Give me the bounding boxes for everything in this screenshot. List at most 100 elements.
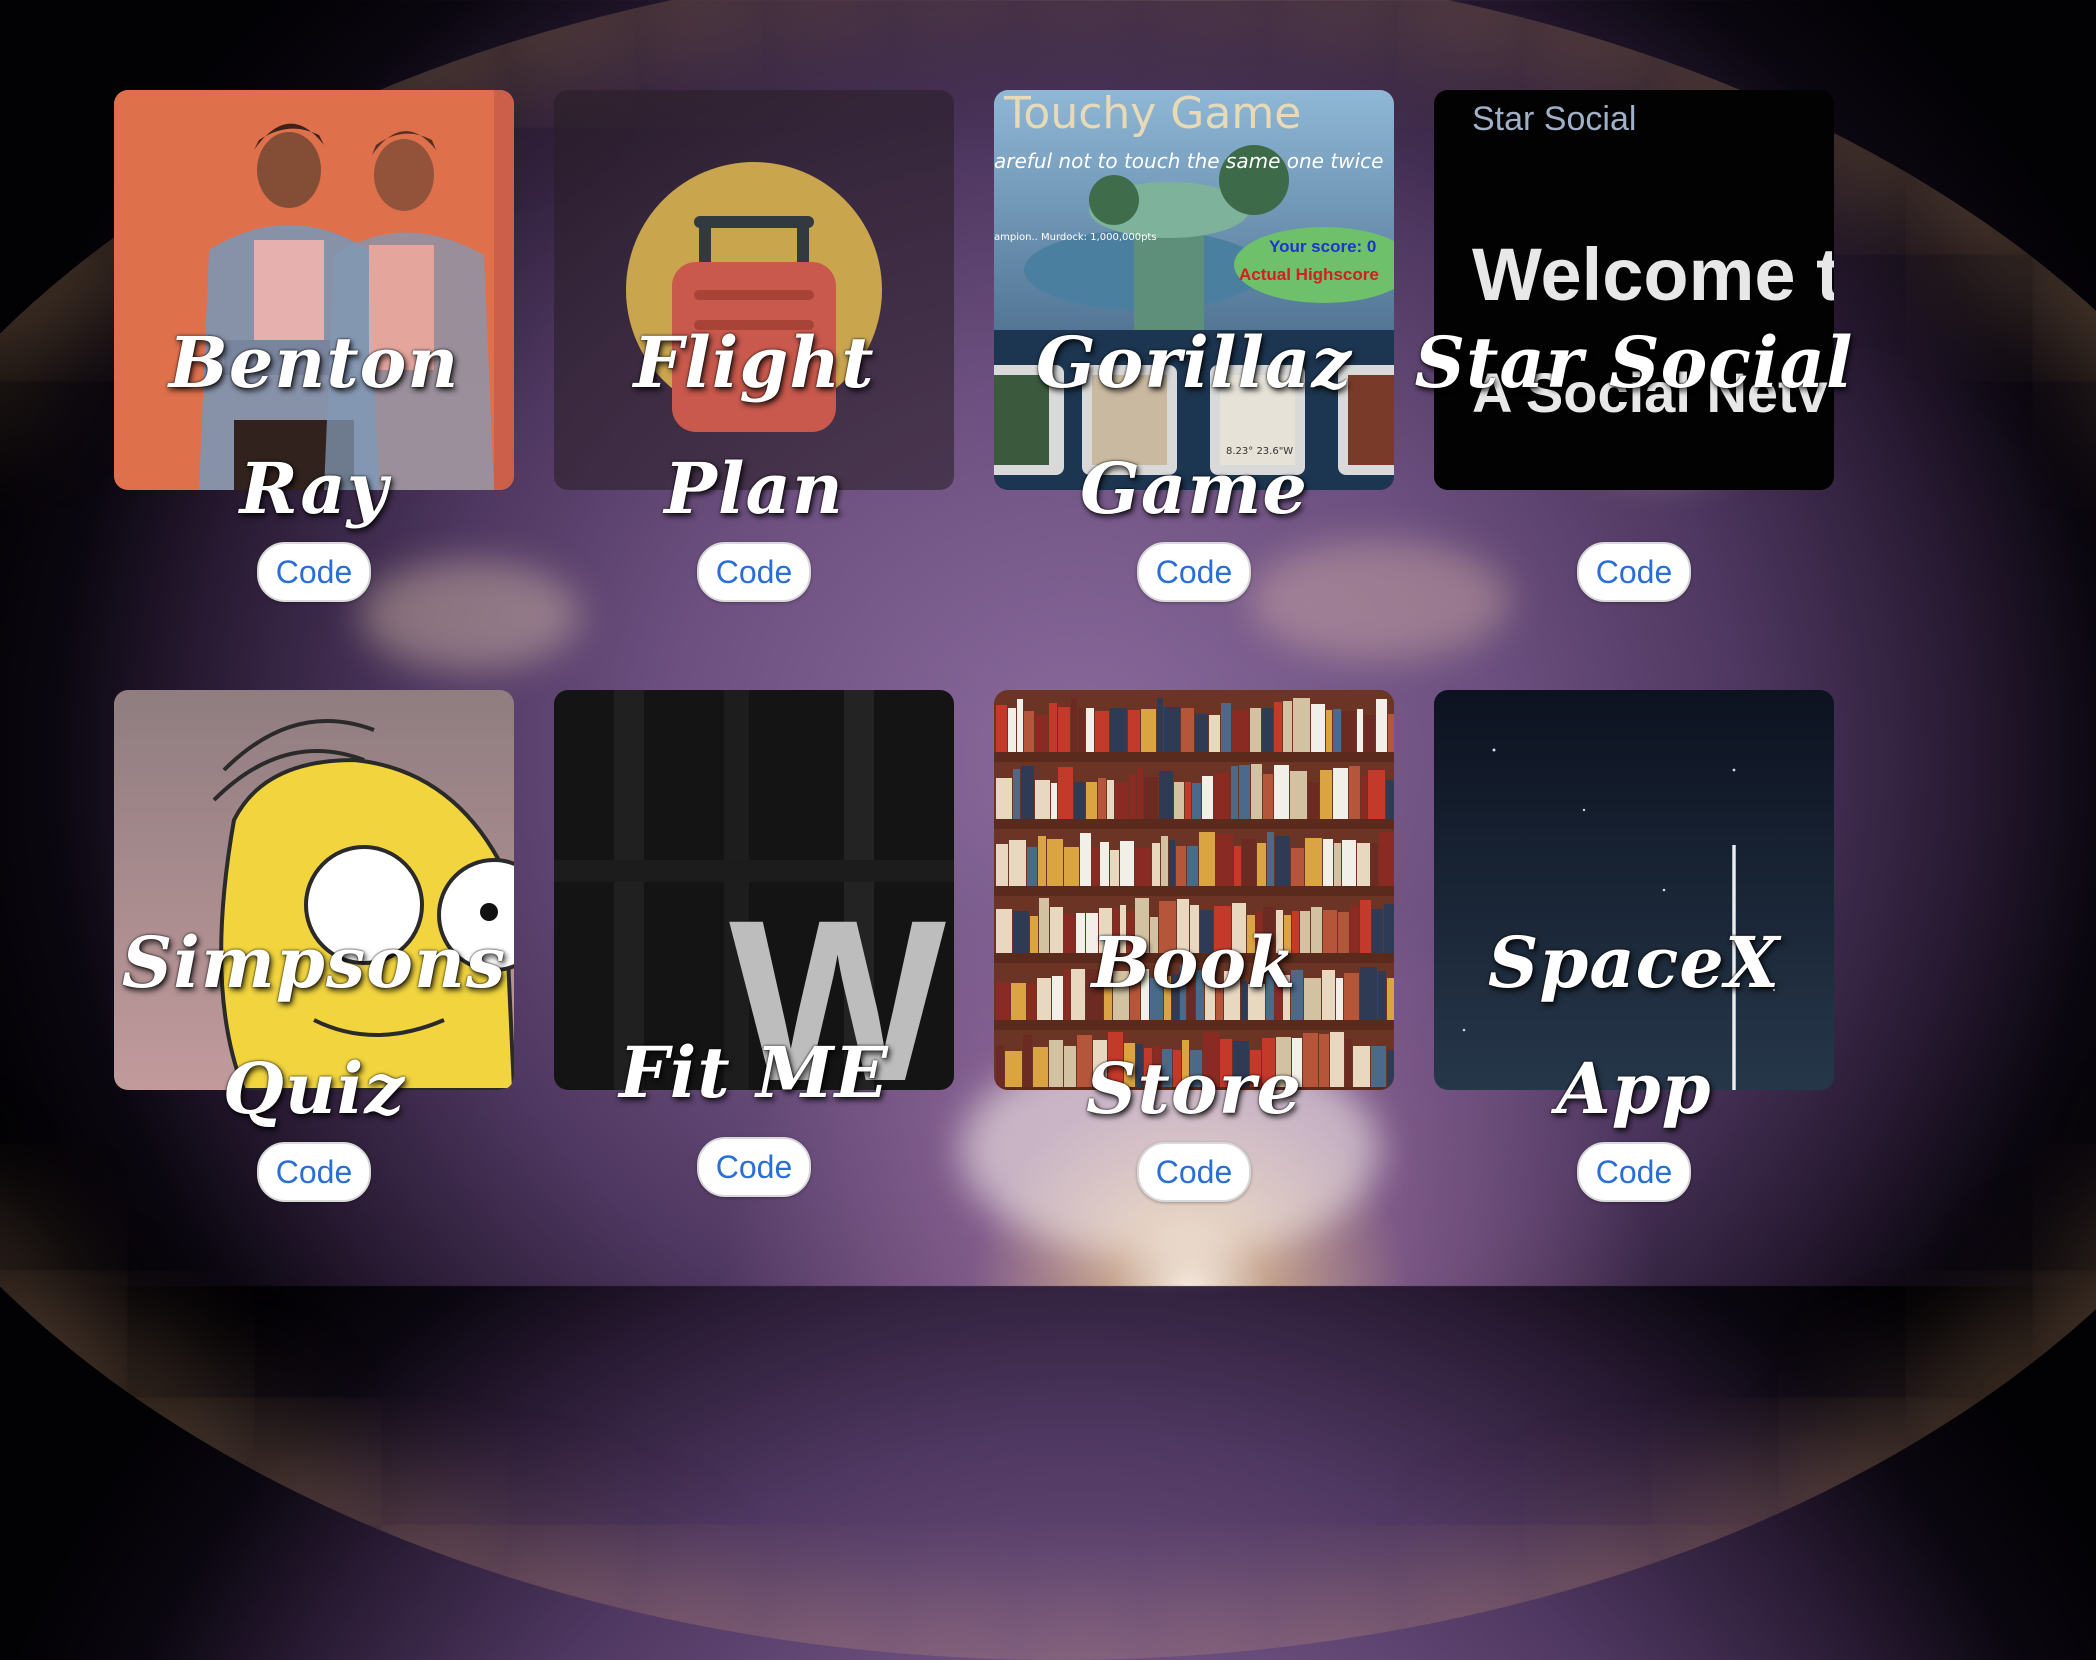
book-spine (1263, 774, 1273, 819)
book-spine (1049, 703, 1057, 752)
svg-text:Actual Highscore: Actual Highscore (1239, 265, 1379, 284)
book-spine (1293, 698, 1310, 752)
book-spine (1274, 702, 1282, 752)
book-spine (1161, 836, 1168, 886)
book-spine (1080, 833, 1091, 886)
project-title: Simpsons Quiz (121, 921, 507, 1130)
book-spine (1120, 841, 1134, 886)
book-spine (1199, 832, 1215, 886)
shelf-board (994, 886, 1394, 896)
code-button[interactable]: Code (257, 1142, 371, 1202)
book-spine (1021, 766, 1034, 819)
project-card-star-social: Star Social Welcome t A Social Netv Star… (1415, 90, 1852, 690)
book-spine (1267, 832, 1274, 886)
book-spine (1361, 776, 1367, 819)
book-spine (1364, 715, 1375, 752)
book-spine (1110, 708, 1127, 752)
book-spine (1071, 698, 1077, 752)
book-spine (1035, 780, 1050, 819)
project-card-book-store: Book Store Code (994, 690, 1394, 1290)
star-social-screenshot[interactable]: Star Social Welcome t A Social Netv (1434, 90, 1834, 490)
book-spine (1047, 839, 1063, 886)
book-spine (1290, 771, 1307, 819)
book-spine (1371, 843, 1378, 886)
book-spine (1157, 698, 1163, 752)
book-spine (1013, 769, 1020, 819)
book-spine (1152, 843, 1160, 886)
book-spine (1164, 707, 1180, 752)
book-spine (1257, 843, 1266, 886)
book-spine (1216, 834, 1233, 886)
project-card-simpsons-quiz: Simpsons Quiz Code (114, 690, 514, 1290)
code-button[interactable]: Code (257, 542, 371, 602)
book-spine (1291, 848, 1304, 886)
book-spine (1074, 782, 1085, 819)
book-spine (1098, 778, 1106, 819)
book-spine (1250, 708, 1261, 752)
book-spine (1323, 839, 1333, 886)
book-spine (1128, 710, 1140, 752)
book-spine (1357, 843, 1370, 886)
project-card-benton-ray: Benton Ray Code (114, 90, 514, 690)
project-title: SpaceX App (1487, 921, 1781, 1130)
book-spine (996, 705, 1007, 752)
book-spine (1159, 771, 1173, 819)
svg-text:Your score: 0: Your score: 0 (1269, 237, 1376, 256)
book-spine (1110, 850, 1119, 886)
book-spine (1320, 770, 1332, 819)
book-spine (1386, 780, 1394, 819)
book-spine (1195, 714, 1208, 752)
code-button[interactable]: Code (697, 542, 811, 602)
project-title: Gorillaz Game (1035, 321, 1353, 530)
project-card-flight-plan: Flight Plan Code (554, 90, 954, 690)
book-spine (1092, 847, 1099, 886)
project-card-fit-me: W Fit ME Code (554, 690, 954, 1290)
book-spine (1169, 840, 1175, 886)
book-spine (1214, 773, 1230, 819)
book-spine (1376, 699, 1387, 752)
code-button[interactable]: Code (1577, 1142, 1691, 1202)
book-spine (1234, 846, 1241, 886)
book-spine (1283, 701, 1292, 752)
book-spine (1342, 840, 1356, 886)
book-spine (1311, 704, 1325, 752)
book-spine (1100, 842, 1109, 886)
book-spine (1086, 708, 1094, 752)
book-spine (1232, 710, 1249, 752)
project-title: Flight Plan (633, 321, 875, 530)
svg-text:ampion.. Murdock: 1,000,000pts: ampion.. Murdock: 1,000,000pts (994, 232, 1157, 243)
book-spine (1027, 847, 1037, 886)
code-button[interactable]: Code (697, 1137, 811, 1197)
book-spine (996, 778, 1012, 819)
book-spine (1058, 767, 1073, 819)
book-spine (1274, 765, 1289, 819)
code-button[interactable]: Code (1577, 542, 1691, 602)
book-spine (1185, 782, 1191, 819)
book-spine (1135, 848, 1151, 886)
book-spine (1275, 836, 1290, 886)
book-spine (1251, 764, 1262, 819)
code-button[interactable]: Code (1137, 1142, 1251, 1202)
book-spine (1008, 708, 1016, 752)
book-spine (1064, 847, 1079, 886)
book-spine (1051, 783, 1057, 819)
book-spine (1368, 770, 1385, 819)
book-spine (1231, 766, 1238, 819)
book-spine (1024, 711, 1034, 752)
project-title: Star Social (1414, 321, 1854, 404)
book-spine (1058, 707, 1070, 752)
code-button[interactable]: Code (1137, 542, 1251, 602)
book-spine (1349, 766, 1360, 819)
svg-text:areful not to touch the same o: areful not to touch the same one twice (994, 149, 1383, 173)
book-spine (1017, 699, 1023, 752)
book-spine (1107, 780, 1114, 819)
book-spine (1144, 777, 1158, 819)
project-title: Book Store (1086, 921, 1302, 1130)
book-spine (1115, 782, 1128, 819)
book-spine (1239, 765, 1250, 819)
project-title: Benton Ray (168, 321, 460, 530)
book-spine (1305, 838, 1322, 886)
book-spine (1129, 774, 1136, 819)
book-spine (1174, 782, 1184, 819)
book-spine (1333, 709, 1341, 752)
